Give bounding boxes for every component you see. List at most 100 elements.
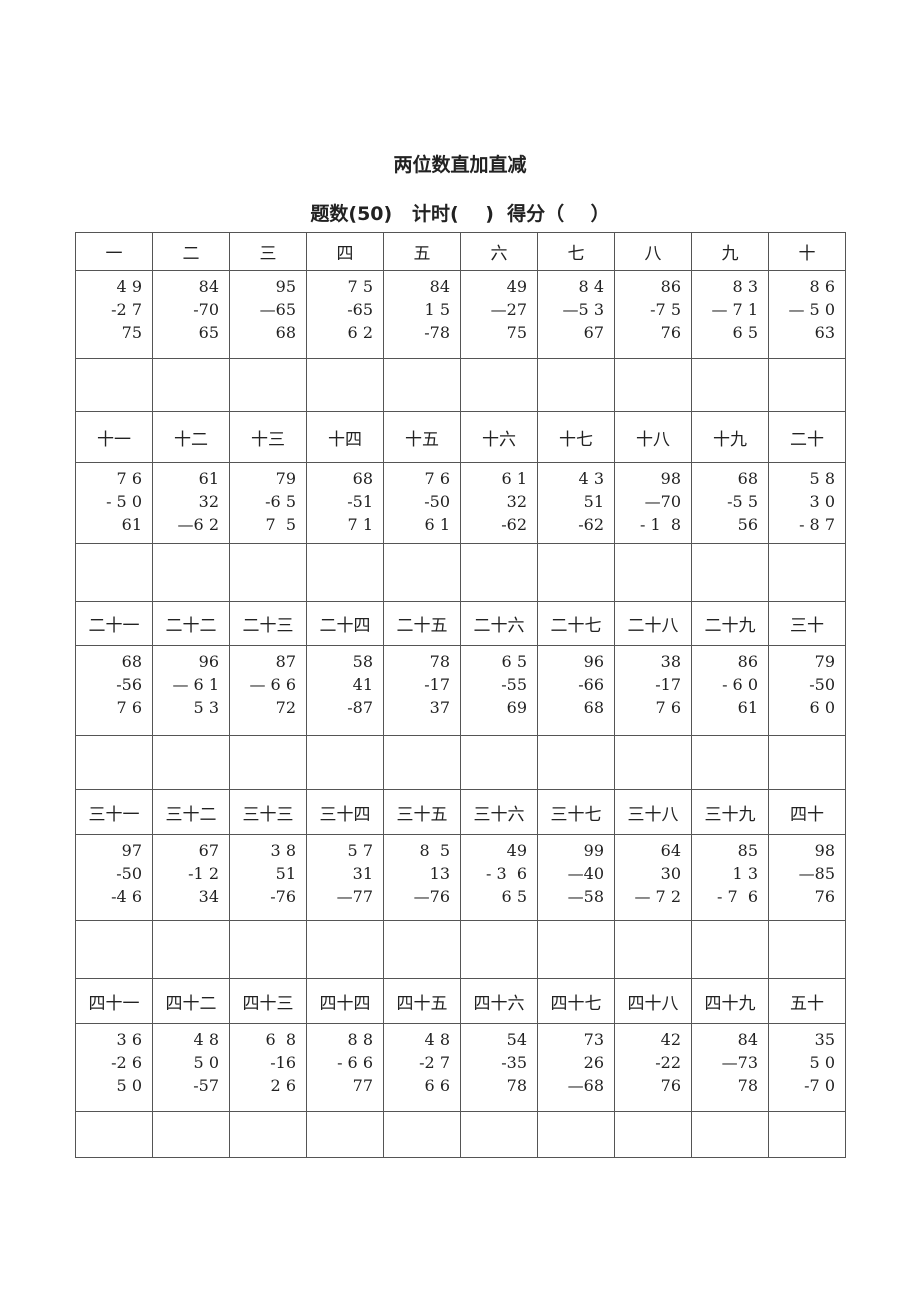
operand: 4 8 bbox=[424, 1030, 450, 1049]
operation-term: -51 bbox=[347, 492, 373, 511]
problem-cell: 6 5 -55 69 bbox=[460, 645, 538, 736]
operand: 3 6 bbox=[116, 1030, 142, 1049]
answer-cell[interactable] bbox=[691, 358, 769, 412]
operation-term: 3 0 bbox=[809, 492, 835, 511]
answer-cell[interactable] bbox=[75, 543, 153, 602]
answer-cell[interactable] bbox=[229, 735, 307, 790]
operation-term: 78 bbox=[506, 1076, 527, 1095]
problem-cell: 95 —65 68 bbox=[229, 270, 307, 359]
answer-cell[interactable] bbox=[152, 735, 230, 790]
answer-cell[interactable] bbox=[75, 358, 153, 412]
problem-cell: 7 6 - 5 0 61 bbox=[75, 462, 153, 544]
answer-cell[interactable] bbox=[152, 1111, 230, 1158]
problem-cell: 99 —40 —58 bbox=[537, 834, 615, 921]
operation-term: -76 bbox=[270, 887, 296, 906]
problem-number-label: 四十五 bbox=[383, 978, 461, 1024]
problem-cell: 8 8 - 6 6 77 bbox=[306, 1023, 384, 1112]
answer-cell[interactable] bbox=[614, 358, 692, 412]
answer-cell[interactable] bbox=[152, 543, 230, 602]
operand: 6 8 bbox=[265, 1030, 296, 1049]
operand: 85 bbox=[737, 841, 758, 860]
operation-term: 61 bbox=[737, 698, 758, 717]
answer-cell[interactable] bbox=[614, 920, 692, 979]
answer-cell[interactable] bbox=[383, 543, 461, 602]
problem-number-label: 三十五 bbox=[383, 789, 461, 835]
answer-cell[interactable] bbox=[460, 920, 538, 979]
problem-number-label: 三十八 bbox=[614, 789, 692, 835]
answer-cell[interactable] bbox=[75, 920, 153, 979]
answer-cell[interactable] bbox=[614, 735, 692, 790]
answer-cell[interactable] bbox=[460, 1111, 538, 1158]
label-row: 二十一 二十二 二十三 二十四 二十五 二十六 二十七 二十八 二十九 三十 bbox=[75, 601, 846, 646]
answer-cell[interactable] bbox=[460, 543, 538, 602]
operand: 64 bbox=[660, 841, 681, 860]
operand: 61 bbox=[198, 469, 219, 488]
operation-term: -62 bbox=[501, 515, 527, 534]
problem-number-label: 三十二 bbox=[152, 789, 230, 835]
problem-cell: 86 - 6 0 61 bbox=[691, 645, 769, 736]
operation-term: 7 6 bbox=[116, 698, 142, 717]
problem-number-label: 四十二 bbox=[152, 978, 230, 1024]
answer-cell[interactable] bbox=[537, 543, 615, 602]
answer-cell[interactable] bbox=[75, 735, 153, 790]
answer-cell[interactable] bbox=[229, 920, 307, 979]
answer-cell[interactable] bbox=[768, 735, 846, 790]
problem-cell: 7 6 -50 6 1 bbox=[383, 462, 461, 544]
answer-cell[interactable] bbox=[537, 1111, 615, 1158]
answer-cell[interactable] bbox=[306, 735, 384, 790]
answer-cell[interactable] bbox=[768, 543, 846, 602]
problem-cell: 5 8 3 0 - 8 7 bbox=[768, 462, 846, 544]
answer-cell[interactable] bbox=[306, 358, 384, 412]
answer-cell[interactable] bbox=[306, 543, 384, 602]
operation-term: —58 bbox=[567, 887, 604, 906]
answer-cell[interactable] bbox=[691, 1111, 769, 1158]
answer-cell[interactable] bbox=[383, 358, 461, 412]
answer-cell[interactable] bbox=[460, 358, 538, 412]
problem-grid: 一二三四五六七八九十 4 9 -2 7 75 84 -70 65 95 —65 68 7 5 -65 6… bbox=[75, 232, 846, 1158]
operation-term: -22 bbox=[655, 1053, 681, 1072]
operation-term: 6 1 bbox=[424, 515, 450, 534]
answer-cell[interactable] bbox=[537, 920, 615, 979]
answer-cell[interactable] bbox=[691, 920, 769, 979]
answer-cell[interactable] bbox=[229, 1111, 307, 1158]
problem-number-label: 二十六 bbox=[460, 601, 538, 646]
answer-cell[interactable] bbox=[229, 543, 307, 602]
problem-number-label: 十三 bbox=[229, 411, 307, 463]
operation-term: — 6 1 bbox=[172, 675, 219, 694]
answer-cell[interactable] bbox=[306, 920, 384, 979]
answer-cell[interactable] bbox=[383, 920, 461, 979]
answer-cell[interactable] bbox=[768, 1111, 846, 1158]
answer-cell[interactable] bbox=[75, 1111, 153, 1158]
operand: 7 6 bbox=[116, 469, 142, 488]
answer-cell[interactable] bbox=[152, 358, 230, 412]
answer-cell[interactable] bbox=[229, 358, 307, 412]
operand: 49 bbox=[506, 841, 527, 860]
answer-cell[interactable] bbox=[768, 920, 846, 979]
answer-cell[interactable] bbox=[691, 735, 769, 790]
answer-cell[interactable] bbox=[383, 1111, 461, 1158]
answer-cell[interactable] bbox=[537, 358, 615, 412]
answer-cell[interactable] bbox=[537, 735, 615, 790]
problem-cell: 8 4 —5 3 67 bbox=[537, 270, 615, 359]
operation-term: 69 bbox=[506, 698, 527, 717]
answer-cell[interactable] bbox=[460, 735, 538, 790]
operation-term: —76 bbox=[413, 887, 450, 906]
problem-cell: 58 41 -87 bbox=[306, 645, 384, 736]
answer-cell[interactable] bbox=[614, 543, 692, 602]
operation-term: 75 bbox=[506, 323, 527, 342]
operand: 68 bbox=[121, 652, 142, 671]
answer-cell[interactable] bbox=[768, 358, 846, 412]
operation-term: 51 bbox=[275, 864, 296, 883]
operation-term: —40 bbox=[567, 864, 604, 883]
operation-term: -35 bbox=[501, 1053, 527, 1072]
answer-cell[interactable] bbox=[306, 1111, 384, 1158]
operation-term: 2 6 bbox=[270, 1076, 296, 1095]
problem-cell: 42 -22 76 bbox=[614, 1023, 692, 1112]
answer-cell[interactable] bbox=[383, 735, 461, 790]
problem-number-label: 十四 bbox=[306, 411, 384, 463]
answer-cell[interactable] bbox=[614, 1111, 692, 1158]
answer-cell[interactable] bbox=[152, 920, 230, 979]
problem-number-label: 十 bbox=[768, 232, 846, 271]
operation-term: 32 bbox=[198, 492, 219, 511]
answer-cell[interactable] bbox=[691, 543, 769, 602]
